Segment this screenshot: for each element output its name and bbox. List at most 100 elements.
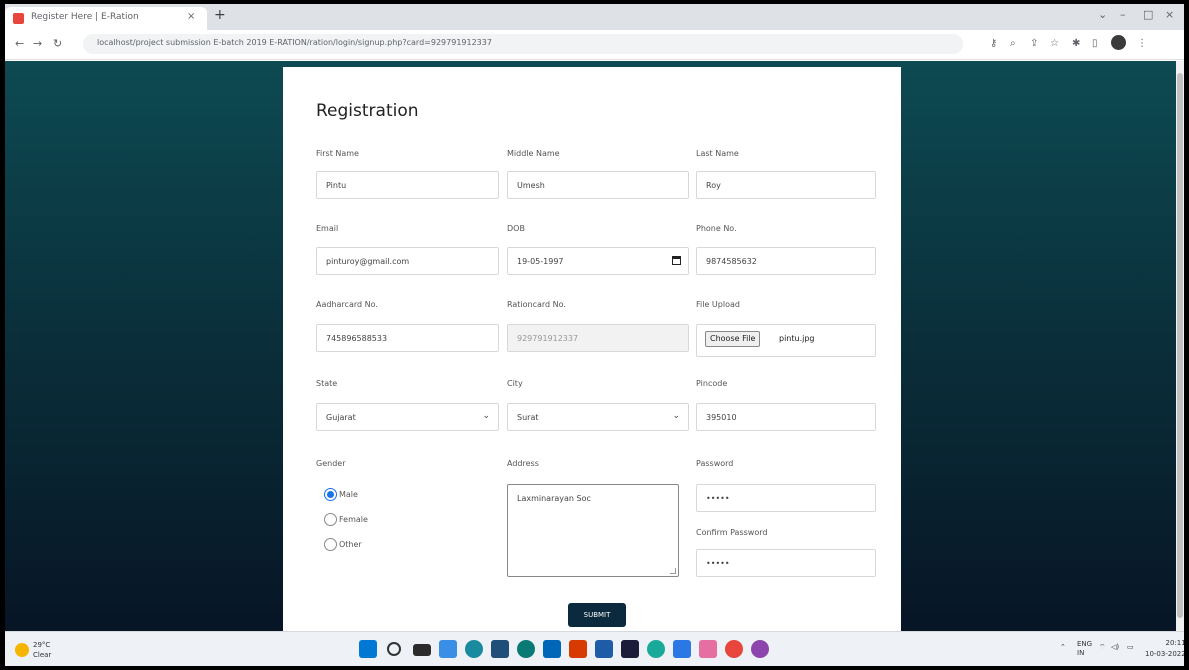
pincode-field[interactable]: 395010 xyxy=(696,403,876,431)
dob-label: DOB xyxy=(507,224,525,233)
key-icon[interactable]: ⚷ xyxy=(990,38,997,49)
confirm-password-label: Confirm Password xyxy=(696,528,768,537)
star-icon[interactable]: ☆ xyxy=(1050,38,1059,49)
state-label: State xyxy=(316,379,338,388)
search-icon[interactable] xyxy=(387,642,401,656)
aadhar-label: Aadharcard No. xyxy=(316,300,378,309)
chevron-up-icon[interactable]: ⌃ xyxy=(1060,643,1066,651)
app-icon[interactable] xyxy=(647,640,665,658)
first-name-value: Pintu xyxy=(326,181,347,190)
chrome-icon[interactable] xyxy=(517,640,535,658)
app-icon[interactable] xyxy=(699,640,717,658)
battery-icon[interactable]: ▭ xyxy=(1127,643,1134,651)
reload-icon[interactable]: ↻ xyxy=(53,37,62,50)
weather-text: 29°C Clear xyxy=(33,641,52,659)
browser-tab[interactable]: Register Here | E-Ration × xyxy=(5,7,207,30)
state-value: Gujarat xyxy=(326,413,356,422)
office-icon[interactable] xyxy=(569,640,587,658)
ration-label: Rationcard No. xyxy=(507,300,566,309)
pincode-label: Pincode xyxy=(696,379,728,388)
password-label: Password xyxy=(696,459,734,468)
city-label: City xyxy=(507,379,523,388)
gender-male-label: Male xyxy=(339,490,358,499)
first-name-field[interactable]: Pintu xyxy=(316,171,499,199)
calendar-icon[interactable] xyxy=(672,256,681,265)
profile-avatar[interactable] xyxy=(1111,35,1126,50)
tab-title: Register Here | E-Ration xyxy=(31,12,139,22)
gender-female-radio[interactable] xyxy=(324,513,337,526)
gender-female-label: Female xyxy=(339,515,368,524)
extensions-icon[interactable]: ✱ xyxy=(1072,38,1080,49)
sidebar-icon[interactable]: ▯ xyxy=(1092,38,1098,49)
tab-close-icon[interactable]: × xyxy=(187,11,195,22)
confirm-password-value: ••••• xyxy=(706,559,730,568)
start-icon[interactable] xyxy=(359,640,377,658)
maximize-button[interactable]: □ xyxy=(1143,8,1153,21)
chevron-down-icon: ⌄ xyxy=(672,411,680,421)
address-bar[interactable]: localhost/project submission E-batch 201… xyxy=(83,34,963,54)
aadhar-field[interactable]: 745896588533 xyxy=(316,324,499,352)
choose-file-button[interactable]: Choose File xyxy=(705,331,761,347)
middle-name-field[interactable]: Umesh xyxy=(507,171,689,199)
resize-grip-icon[interactable] xyxy=(670,568,676,574)
app-icon[interactable] xyxy=(595,640,613,658)
favicon-icon xyxy=(13,13,24,24)
close-window-button[interactable]: × xyxy=(1165,8,1174,21)
gender-label: Gender xyxy=(316,459,346,468)
dob-field[interactable]: 19-05-1997 xyxy=(507,247,689,275)
address-label: Address xyxy=(507,459,539,468)
zoom-icon[interactable]: ⌕ xyxy=(1010,38,1016,49)
forward-icon[interactable]: → xyxy=(33,37,42,50)
email-value: pinturoy@gmail.com xyxy=(326,257,410,266)
edge-icon[interactable] xyxy=(465,640,483,658)
widgets-icon[interactable] xyxy=(439,640,457,658)
middle-name-value: Umesh xyxy=(517,181,545,190)
gender-other-radio[interactable] xyxy=(324,538,337,551)
dob-value: 19-05-1997 xyxy=(517,257,564,266)
file-upload-field: Choose File pintu.jpg xyxy=(696,324,876,357)
file-explorer-icon[interactable] xyxy=(543,640,561,658)
store-icon[interactable] xyxy=(491,640,509,658)
gender-male-radio[interactable] xyxy=(324,488,337,501)
clock[interactable]: 20:11 10-03-2022 xyxy=(1145,638,1184,660)
back-icon[interactable]: ← xyxy=(15,37,24,50)
phone-field[interactable]: 9874585632 xyxy=(696,247,876,275)
new-tab-button[interactable]: + xyxy=(214,7,226,23)
city-value: Surat xyxy=(517,413,539,422)
chrome-active-icon[interactable] xyxy=(725,640,743,658)
terminal-icon[interactable] xyxy=(621,640,639,658)
page-background: Registration First Name Pintu Middle Nam… xyxy=(5,61,1176,631)
share-icon[interactable]: ⇪ xyxy=(1030,38,1038,49)
email-field[interactable]: pinturoy@gmail.com xyxy=(316,247,499,275)
app-icon[interactable] xyxy=(673,640,691,658)
last-name-field[interactable]: Roy xyxy=(696,171,876,199)
task-view-icon[interactable] xyxy=(413,644,431,656)
password-field[interactable]: ••••• xyxy=(696,484,876,512)
password-value: ••••• xyxy=(706,494,730,503)
address-value: Laxminarayan Soc xyxy=(517,494,591,503)
sun-icon xyxy=(15,643,29,657)
wifi-icon[interactable]: ⌔ xyxy=(1099,643,1106,652)
chevron-down-icon[interactable]: ⌄ xyxy=(1098,8,1107,21)
address-textarea[interactable]: Laxminarayan Soc xyxy=(507,484,679,577)
scrollbar-thumb[interactable] xyxy=(1177,73,1183,618)
minimize-button[interactable]: – xyxy=(1120,8,1126,21)
last-name-value: Roy xyxy=(706,181,721,190)
app-icon[interactable] xyxy=(751,640,769,658)
taskbar: 29°C Clear ⌃ ENG IN ⌔ ◁) ▭ 20:11 10-03-2022 xyxy=(5,631,1184,666)
url-text: localhost/project submission E-batch 201… xyxy=(97,38,492,47)
volume-icon[interactable]: ◁) xyxy=(1111,643,1119,651)
menu-icon[interactable]: ⋮ xyxy=(1137,38,1147,49)
first-name-label: First Name xyxy=(316,149,359,158)
language-indicator[interactable]: ENG IN xyxy=(1077,640,1092,658)
scrollbar[interactable] xyxy=(1176,61,1184,631)
file-upload-label: File Upload xyxy=(696,300,740,309)
ration-value: 929791912337 xyxy=(517,334,579,343)
state-select[interactable]: Gujarat ⌄ xyxy=(316,403,499,431)
last-name-label: Last Name xyxy=(696,149,739,158)
city-select[interactable]: Surat ⌄ xyxy=(507,403,689,431)
confirm-password-field[interactable]: ••••• xyxy=(696,549,876,577)
phone-label: Phone No. xyxy=(696,224,737,233)
tab-strip: Register Here | E-Ration × + ⌄ – □ × xyxy=(5,4,1184,30)
submit-button[interactable]: SUBMIT xyxy=(568,603,626,627)
